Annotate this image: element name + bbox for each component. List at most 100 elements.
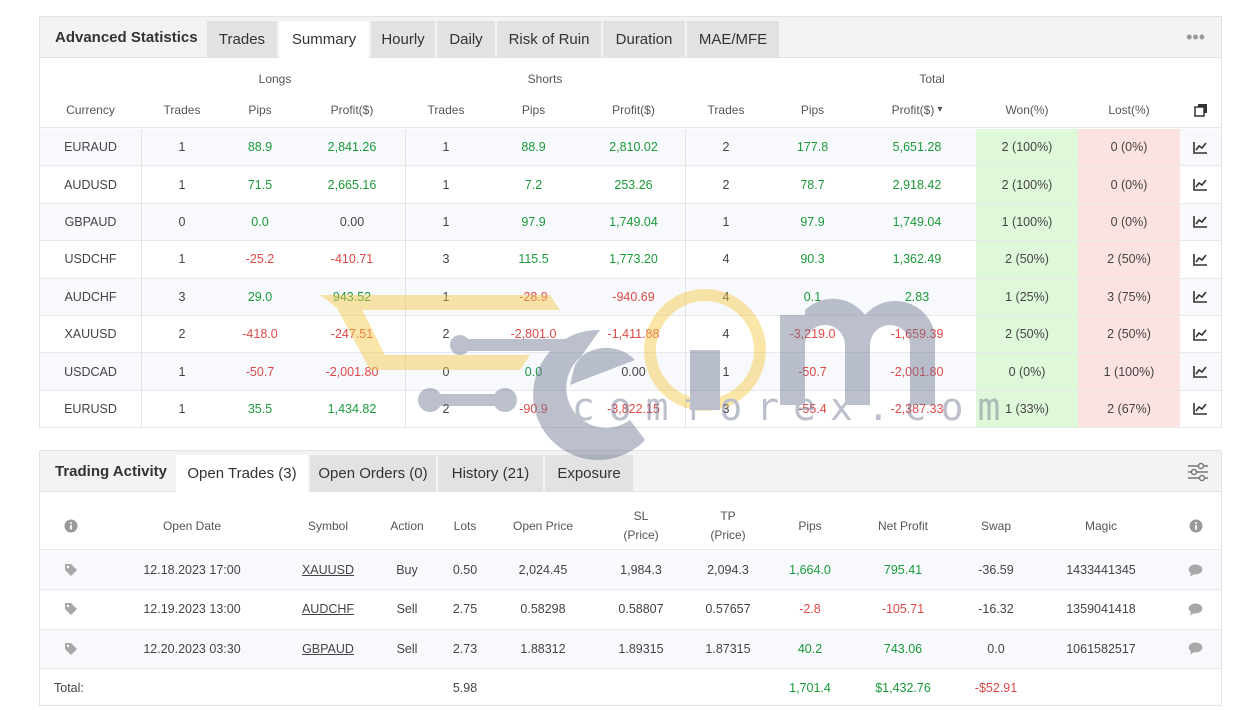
col-total-pips[interactable]: Pips: [767, 92, 858, 127]
activity-column-header-row: Open Date Symbol Action Lots Open Price …: [40, 503, 1221, 550]
symbol-link[interactable]: XAUUSD: [302, 563, 354, 577]
comment-icon[interactable]: [1170, 551, 1221, 589]
sliders-icon[interactable]: [1187, 451, 1209, 492]
total-net-profit: $1,432.76: [875, 680, 931, 695]
col-total-trades[interactable]: Trades: [685, 92, 767, 127]
info-icon[interactable]: [40, 503, 102, 549]
symbol-link[interactable]: AUDCHF: [302, 602, 354, 616]
col-short-pips[interactable]: Pips: [485, 92, 582, 127]
col-long-trades[interactable]: Trades: [141, 92, 223, 127]
cell-long-profit: 0.00: [339, 214, 365, 229]
copy-icon[interactable]: [1180, 92, 1221, 127]
cell-long-pips: 29.0: [247, 289, 273, 304]
tab-trades[interactable]: Trades: [207, 21, 277, 58]
col-long-profit[interactable]: Profit($): [297, 92, 407, 127]
col-open-date[interactable]: Open Date: [102, 503, 282, 549]
col-tp[interactable]: TP (Price): [686, 503, 770, 549]
col-magic[interactable]: Magic: [1036, 503, 1166, 549]
cell-short-pips: -90.9: [519, 401, 548, 416]
tab-daily[interactable]: Daily: [437, 21, 495, 58]
col-pips[interactable]: Pips: [770, 503, 850, 549]
tab-open-orders[interactable]: Open Orders (0): [310, 455, 436, 492]
tag-icon[interactable]: [40, 630, 102, 668]
stats-row: AUDCHF 3 29.0 943.52 1 -28.9 -940.69 4 0.1 2.83 1 …: [40, 278, 1221, 316]
cell-symbol[interactable]: AUDCHF: [282, 590, 374, 628]
col-long-pips[interactable]: Pips: [223, 92, 297, 127]
tab-risk-of-ruin[interactable]: Risk of Ruin: [497, 21, 601, 58]
symbol-link[interactable]: GBPAUD: [302, 642, 354, 656]
cell-swap: -16.32: [978, 602, 1014, 617]
trade-row: 12.20.2023 03:30 GBPAUD Sell 2.73 1.88312 1.8…: [40, 629, 1221, 669]
cell-magic: 1433441345: [1066, 563, 1136, 578]
cell-action: Buy: [396, 563, 418, 578]
divider: [685, 129, 686, 428]
tab-exposure[interactable]: Exposure: [545, 455, 633, 492]
cell-long-pips: 88.9: [247, 140, 273, 155]
col-swap[interactable]: Swap: [956, 503, 1036, 549]
cell-symbol[interactable]: GBPAUD: [282, 630, 374, 668]
line-chart-icon[interactable]: [1180, 241, 1221, 277]
line-chart-icon[interactable]: [1180, 279, 1221, 315]
col-action[interactable]: Action: [374, 503, 440, 549]
col-net-profit[interactable]: Net Profit: [850, 503, 956, 549]
info-icon[interactable]: [1170, 503, 1221, 549]
col-total-profit-label: Profit($): [891, 102, 935, 117]
col-total-profit[interactable]: Profit($) ▾: [858, 92, 976, 127]
line-chart-icon[interactable]: [1180, 353, 1221, 389]
stats-row: EURAUD 1 88.9 2,841.26 1 88.9 2,810.02 2 177.8 5,…: [40, 129, 1221, 167]
line-chart-icon[interactable]: [1180, 316, 1221, 352]
line-chart-icon[interactable]: [1180, 166, 1221, 202]
cell-total-pips: -50.7: [798, 364, 827, 379]
group-longs: Longs: [258, 72, 292, 86]
cell-total-trades: 1: [722, 214, 730, 229]
tag-icon[interactable]: [40, 590, 102, 628]
line-chart-icon[interactable]: [1180, 204, 1221, 240]
cell-won: 2 (50%): [976, 241, 1078, 278]
cell-swap: -36.59: [978, 563, 1014, 578]
cell-open-date: 12.20.2023 03:30: [143, 641, 241, 656]
cell-short-pips: -2,801.0: [510, 327, 557, 342]
tab-duration[interactable]: Duration: [603, 21, 685, 58]
line-chart-icon[interactable]: [1180, 129, 1221, 165]
cell-total-pips: 97.9: [800, 214, 825, 229]
cell-total-pips: -3,219.0: [789, 327, 836, 342]
cell-currency: USDCHF: [64, 252, 117, 267]
col-lost[interactable]: Lost(%): [1078, 92, 1180, 127]
cell-currency: AUDUSD: [64, 177, 117, 192]
cell-long-pips: 0.0: [251, 214, 269, 229]
cell-total-trades: 3: [722, 401, 730, 416]
col-currency[interactable]: Currency: [40, 92, 141, 127]
col-short-trades[interactable]: Trades: [407, 92, 485, 127]
col-short-profit[interactable]: Profit($): [582, 92, 685, 127]
line-chart-icon[interactable]: [1180, 391, 1221, 427]
col-sl-sub: (Price): [623, 528, 659, 542]
col-lots[interactable]: Lots: [440, 503, 490, 549]
tag-icon[interactable]: [40, 551, 102, 589]
cell-short-pips: 115.5: [518, 252, 549, 267]
cell-symbol[interactable]: XAUUSD: [282, 551, 374, 589]
tab-open-trades[interactable]: Open Trades (3): [176, 455, 308, 493]
tab-hourly[interactable]: Hourly: [371, 21, 435, 58]
comment-icon[interactable]: [1170, 630, 1221, 668]
tab-summary[interactable]: Summary: [279, 21, 369, 59]
stats-row: EURUSD 1 35.5 1,434.82 2 -90.9 -3,822.15 3 -55.4…: [40, 390, 1221, 429]
tab-history[interactable]: History (21): [438, 455, 543, 492]
col-won[interactable]: Won(%): [976, 92, 1078, 127]
col-sl[interactable]: SL (Price): [596, 503, 686, 549]
cell-total-pips: 0.1: [803, 289, 822, 304]
col-open-price[interactable]: Open Price: [490, 503, 596, 549]
cell-short-pips: 97.9: [521, 214, 546, 229]
cell-total-pips: 90.3: [800, 252, 825, 267]
cell-net-profit: -105.71: [881, 602, 925, 617]
tab-mae-mfe[interactable]: MAE/MFE: [687, 21, 779, 58]
col-symbol[interactable]: Symbol: [282, 503, 374, 549]
comment-icon[interactable]: [1170, 590, 1221, 628]
more-dots-icon[interactable]: •••: [1186, 17, 1205, 58]
trading-activity-panel: Trading Activity Open Trades (3) Open Or…: [39, 450, 1222, 706]
cell-long-profit: 2,841.26: [327, 140, 377, 155]
cell-total-trades: 4: [722, 252, 730, 267]
total-row: Total: 5.98 1,701.4 $1,432.76 -$52.91: [40, 669, 1221, 706]
cell-tp: 1.87315: [705, 641, 751, 656]
cell-short-pips: 7.2: [524, 177, 543, 192]
cell-short-profit: -1,411.88: [607, 327, 660, 342]
